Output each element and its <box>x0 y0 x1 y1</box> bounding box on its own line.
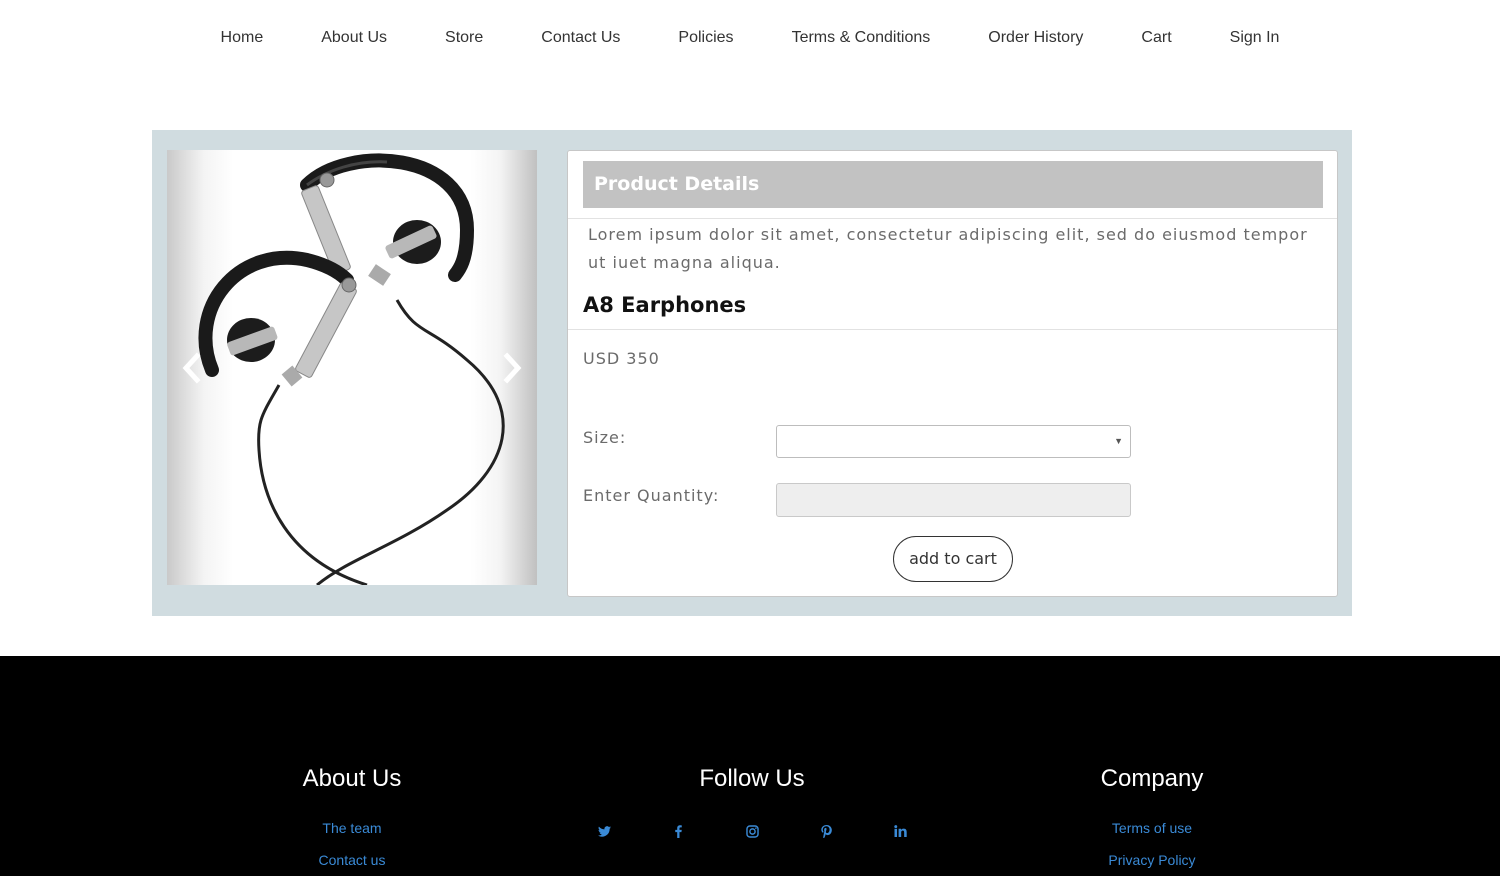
earphones-image <box>198 153 505 585</box>
top-nav: Home About Us Store Contact Us Policies … <box>0 0 1500 75</box>
footer-about-title: About Us <box>302 765 402 792</box>
footer-follow-title: Follow Us <box>699 765 805 792</box>
nav-terms[interactable]: Terms & Conditions <box>763 28 960 48</box>
nav-contact-us[interactable]: Contact Us <box>512 28 649 48</box>
nav-store[interactable]: Store <box>416 28 512 48</box>
footer: About Us The team Contact us Follow Us C… <box>0 656 1500 876</box>
size-select[interactable]: ▼ <box>776 425 1131 458</box>
details-title: Product Details <box>594 173 760 195</box>
divider <box>568 329 1337 330</box>
nav-cart[interactable]: Cart <box>1112 28 1200 48</box>
add-to-cart-button[interactable]: add to cart <box>893 536 1013 582</box>
footer-link-terms[interactable]: Terms of use <box>952 812 1352 844</box>
size-label: Size: <box>583 428 627 447</box>
product-details-card: Product Details Lorem ipsum dolor sit am… <box>567 150 1338 597</box>
divider <box>568 218 1337 219</box>
chevron-right-icon[interactable] <box>497 350 527 386</box>
footer-link-team[interactable]: The team <box>152 812 552 844</box>
nav-sign-in[interactable]: Sign In <box>1201 28 1309 48</box>
footer-link-privacy[interactable]: Privacy Policy <box>952 844 1352 876</box>
quantity-label: Enter Quantity: <box>583 486 720 505</box>
pinterest-icon[interactable] <box>813 818 839 844</box>
footer-link-contact[interactable]: Contact us <box>152 844 552 876</box>
nav-about-us[interactable]: About Us <box>292 28 416 48</box>
footer-about-column: About Us The team Contact us <box>152 764 552 876</box>
product-name: A8 Earphones <box>583 293 747 317</box>
product-carousel <box>167 150 537 585</box>
nav-list: Home About Us Store Contact Us Policies … <box>192 28 1309 48</box>
details-header: Product Details <box>583 161 1323 208</box>
nav-order-history[interactable]: Order History <box>959 28 1112 48</box>
social-icons <box>552 818 952 844</box>
product-price: USD 350 <box>583 349 660 368</box>
footer-company-column: Company Terms of use Privacy Policy <box>952 764 1352 876</box>
product-description: Lorem ipsum dolor sit amet, consectetur … <box>588 225 1308 272</box>
nav-policies[interactable]: Policies <box>649 28 762 48</box>
nav-home[interactable]: Home <box>192 28 293 48</box>
quantity-input[interactable] <box>776 483 1131 517</box>
footer-company-title: Company <box>1100 765 1204 792</box>
twitter-icon[interactable] <box>591 818 617 844</box>
linkedin-icon[interactable] <box>887 818 913 844</box>
facebook-icon[interactable] <box>665 818 691 844</box>
chevron-left-icon[interactable] <box>177 350 207 386</box>
instagram-icon[interactable] <box>739 818 765 844</box>
caret-down-icon: ▼ <box>1114 436 1123 446</box>
product-panel: Product Details Lorem ipsum dolor sit am… <box>152 130 1352 616</box>
footer-follow-column: Follow Us <box>552 764 952 844</box>
